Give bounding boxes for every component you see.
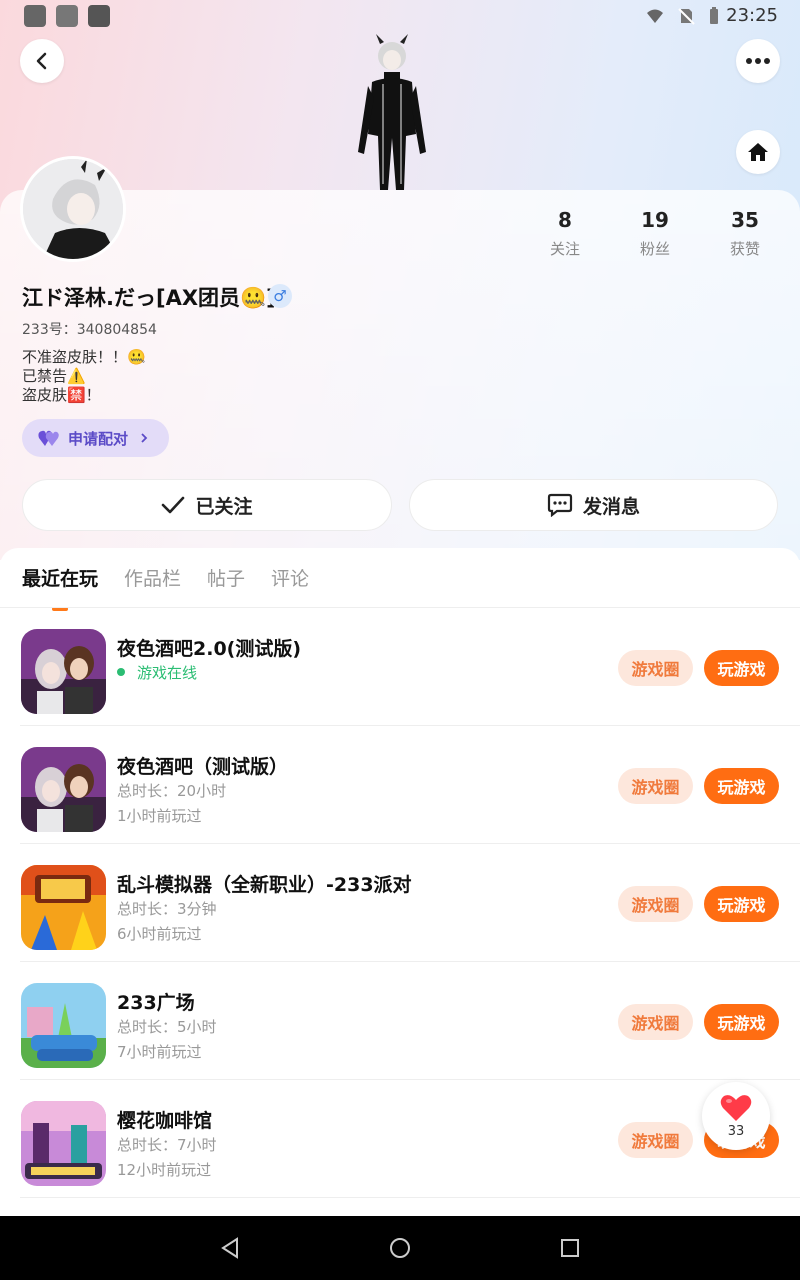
followed-button[interactable]: 已关注 bbox=[22, 479, 392, 531]
app-notification-icon bbox=[88, 5, 110, 27]
list-item[interactable]: 夜色酒吧2.0(测试版) 游戏在线 游戏圈 玩游戏 bbox=[0, 608, 800, 726]
game-circle-button[interactable]: 游戏圈 bbox=[618, 650, 693, 686]
tab-posts[interactable]: 帖子 bbox=[207, 564, 245, 591]
play-duration: 总时长：5小时 bbox=[117, 1018, 217, 1036]
last-played: 7小时前玩过 bbox=[117, 1043, 202, 1061]
play-duration: 总时长：3分钟 bbox=[117, 900, 217, 918]
play-game-button[interactable]: 玩游戏 bbox=[704, 1004, 779, 1040]
list-item[interactable]: 夜色酒吧（测试版） 总时长：20小时 1小时前玩过 游戏圈 玩游戏 bbox=[0, 726, 800, 844]
system-navigation-bar bbox=[0, 1216, 800, 1280]
game-icon bbox=[21, 983, 106, 1068]
bio-line: 不准盗皮肤！！🤐 bbox=[22, 348, 146, 366]
list-item[interactable]: 乱斗模拟器（全新职业）-233派对 总时长：3分钟 6小时前玩过 游戏圈 玩游戏 bbox=[0, 844, 800, 962]
online-dot bbox=[117, 668, 125, 676]
heart-pair-icon bbox=[38, 430, 59, 446]
last-played: 12小时前玩过 bbox=[117, 1161, 212, 1179]
profile-stats: 8 关注 19 粉丝 35 获赞 bbox=[520, 208, 790, 259]
tab-comments[interactable]: 评论 bbox=[271, 564, 309, 591]
last-played: 6小时前玩过 bbox=[117, 925, 202, 943]
gender-male-icon: ♂ bbox=[268, 284, 292, 308]
game-title: 樱花咖啡馆 bbox=[117, 1110, 213, 1132]
no-sim-icon bbox=[678, 8, 695, 25]
play-game-button[interactable]: 玩游戏 bbox=[704, 768, 779, 804]
list-item[interactable]: 233广场 总时长：5小时 7小时前玩过 游戏圈 玩游戏 bbox=[0, 962, 800, 1080]
more-button[interactable] bbox=[736, 39, 780, 83]
home-button[interactable] bbox=[736, 130, 780, 174]
apply-pair-button[interactable]: 申请配对 bbox=[22, 419, 169, 457]
profile-tabs: 最近在玩 作品栏 帖子 评论 bbox=[22, 564, 335, 611]
nav-home-icon[interactable] bbox=[389, 1237, 411, 1259]
more-dots-icon bbox=[746, 58, 770, 64]
notification-app-icon bbox=[24, 5, 46, 27]
status-bar: 23:25 bbox=[0, 0, 800, 34]
avatar-image bbox=[23, 159, 123, 259]
avatar[interactable] bbox=[20, 156, 126, 262]
like-floating-button[interactable]: 33 bbox=[702, 1082, 770, 1150]
chat-bubble-icon bbox=[547, 493, 573, 517]
game-title: 夜色酒吧2.0(测试版) bbox=[117, 638, 302, 660]
nav-back-icon[interactable] bbox=[219, 1237, 241, 1259]
play-game-button[interactable]: 玩游戏 bbox=[704, 650, 779, 686]
back-button[interactable] bbox=[20, 39, 64, 83]
game-icon bbox=[21, 747, 106, 832]
bio: 不准盗皮肤！！🤐 已禁告⚠️ 盗皮肤🈲！ bbox=[22, 348, 146, 405]
like-count: 33 bbox=[727, 1123, 745, 1139]
online-status-text: 游戏在线 bbox=[137, 664, 198, 682]
tab-recently-played[interactable]: 最近在玩 bbox=[22, 564, 98, 611]
play-duration: 总时长：20小时 bbox=[117, 782, 227, 800]
stat-followers[interactable]: 19 粉丝 bbox=[610, 208, 700, 259]
nav-recents-icon[interactable] bbox=[560, 1238, 580, 1258]
heart-icon bbox=[720, 1094, 752, 1121]
game-title: 233广场 bbox=[117, 992, 195, 1014]
row-divider bbox=[20, 1197, 800, 1198]
play-game-button[interactable]: 玩游戏 bbox=[704, 886, 779, 922]
list-item[interactable]: 樱花咖啡馆 总时长：7小时 12小时前玩过 游戏圈 玩游戏 bbox=[0, 1080, 800, 1198]
game-icon bbox=[21, 1101, 106, 1186]
game-icon bbox=[21, 629, 106, 714]
battery-icon bbox=[710, 7, 718, 24]
game-circle-button[interactable]: 游戏圈 bbox=[618, 768, 693, 804]
send-message-button[interactable]: 发消息 bbox=[409, 479, 778, 531]
gallery-notification-icon bbox=[56, 5, 78, 27]
stat-likes[interactable]: 35 获赞 bbox=[700, 208, 790, 259]
last-played: 1小时前玩过 bbox=[117, 807, 202, 825]
character-3d-figure bbox=[358, 34, 426, 190]
wifi-icon bbox=[647, 9, 663, 23]
check-icon bbox=[162, 496, 185, 514]
chevron-right-icon bbox=[141, 433, 148, 443]
home-icon bbox=[748, 143, 768, 161]
clock: 23:25 bbox=[726, 5, 778, 26]
stat-following[interactable]: 8 关注 bbox=[520, 208, 610, 259]
game-icon bbox=[21, 865, 106, 950]
online-status: 游戏在线 bbox=[117, 662, 197, 683]
play-duration: 总时长：7小时 bbox=[117, 1136, 217, 1154]
game-circle-button[interactable]: 游戏圈 bbox=[618, 886, 693, 922]
game-circle-button[interactable]: 游戏圈 bbox=[618, 1122, 693, 1158]
chevron-left-icon bbox=[36, 52, 47, 70]
bio-line: 已禁告⚠️ bbox=[22, 367, 86, 385]
nickname: 江ド泽林.だっ[AX团员🤐] bbox=[22, 286, 276, 310]
bio-line: 盗皮肤🈲！ bbox=[22, 386, 101, 404]
game-title: 乱斗模拟器（全新职业）-233派对 bbox=[117, 874, 412, 896]
game-title: 夜色酒吧（测试版） bbox=[117, 756, 289, 778]
game-circle-button[interactable]: 游戏圈 bbox=[618, 1004, 693, 1040]
tab-works[interactable]: 作品栏 bbox=[124, 564, 181, 591]
user-id: 233号：340804854 bbox=[22, 322, 157, 338]
